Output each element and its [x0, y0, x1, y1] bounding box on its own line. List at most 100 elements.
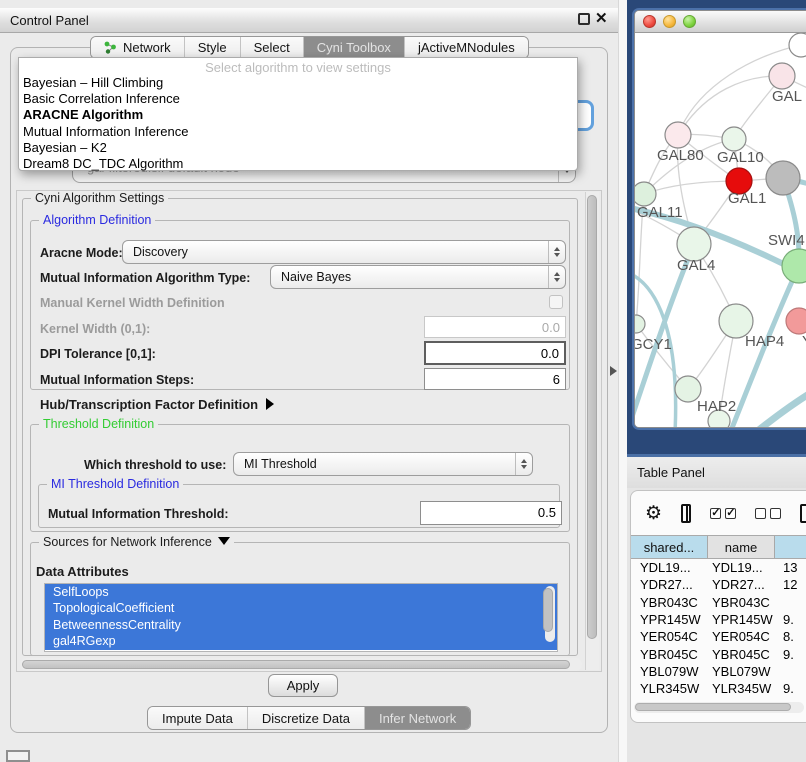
node-label: Y: [802, 333, 806, 350]
threshold-definition-title: Threshold Definition: [39, 417, 158, 431]
table-header-row: shared... name: [631, 535, 806, 559]
table-row[interactable]: YPR145WYPR145W9.: [631, 611, 806, 628]
tab-discretize-data[interactable]: Discretize Data: [248, 707, 365, 729]
select-all-checkboxes-icon[interactable]: [710, 508, 736, 519]
zoom-traffic-icon[interactable]: [683, 15, 696, 28]
node-gal11[interactable]: [635, 182, 656, 206]
settings-vertical-scrollbar-thumb[interactable]: [587, 195, 597, 639]
close-traffic-icon[interactable]: [643, 15, 656, 28]
node-gal-top[interactable]: [769, 63, 795, 89]
mi-threshold-field[interactable]: 0.5: [420, 501, 562, 525]
float-window-icon[interactable]: [578, 13, 590, 25]
algo-item-bayesian-hill[interactable]: Bayesian – Hill Climbing: [19, 75, 577, 91]
column-header-partial[interactable]: [775, 536, 806, 558]
tab-style[interactable]: Style: [185, 37, 241, 58]
gear-icon[interactable]: ⚙: [645, 504, 662, 523]
close-icon[interactable]: ✕: [595, 9, 608, 27]
mi-threshold-definition-title: MI Threshold Definition: [47, 477, 183, 491]
column-header-name[interactable]: name: [708, 536, 775, 558]
node-gal10[interactable]: [722, 127, 746, 151]
algorithm-definition-title: Algorithm Definition: [39, 213, 155, 227]
table-row[interactable]: YDL19...YDL19...13: [631, 559, 806, 576]
sources-title[interactable]: Sources for Network Inference: [39, 535, 234, 549]
collapse-down-icon: [218, 537, 230, 545]
algo-item-dream8[interactable]: Dream8 DC_TDC Algorithm: [19, 156, 577, 172]
new-table-icon[interactable]: [800, 504, 806, 523]
tab-impute-data[interactable]: Impute Data: [148, 707, 248, 729]
apply-button[interactable]: Apply: [268, 674, 338, 697]
manual-kernel-label: Manual Kernel Width Definition: [40, 296, 225, 310]
clear-all-checkboxes-icon[interactable]: [755, 508, 781, 519]
node-y-partial[interactable]: [786, 308, 806, 334]
aracne-mode-label: Aracne Mode:: [40, 246, 123, 260]
node-unlabeled[interactable]: [789, 33, 806, 57]
table-row[interactable]: YBR045CYBR045C9.: [631, 645, 806, 662]
minimize-traffic-icon[interactable]: [663, 15, 676, 28]
mi-type-combo[interactable]: Naive Bayes: [270, 265, 566, 289]
column-header-shared[interactable]: shared...: [631, 536, 708, 558]
list-item-topologicalcoefficient[interactable]: TopologicalCoefficient: [45, 600, 557, 616]
table-row[interactable]: YBL079WYBL079W: [631, 663, 806, 680]
table-panel-card: ⚙ shared... name YDL19...YDL19...13 YDR2…: [630, 490, 806, 723]
attributes-list-scrollbar-thumb[interactable]: [543, 588, 553, 632]
control-panel-tabs: Network Style Select Cyni Toolbox jActiv…: [90, 36, 529, 59]
dpi-tolerance-field[interactable]: 0.0: [424, 341, 566, 365]
kernel-width-label: Kernel Width (0,1):: [40, 322, 150, 336]
network-graph[interactable]: GAL GAL80 GAL10 GAL1 GAL11 SWI4 GAL4 GCY…: [635, 33, 806, 428]
table-horizontal-scrollbar[interactable]: [634, 702, 804, 713]
table-panel-title: Table Panel: [627, 465, 705, 480]
kernel-width-field[interactable]: 0.0: [424, 316, 566, 338]
tab-select[interactable]: Select: [241, 37, 304, 58]
panel-divider[interactable]: [618, 0, 627, 762]
node-label: GAL80: [657, 147, 704, 164]
dropdown-placeholder: Select algorithm to view settings: [19, 60, 577, 75]
cyni-bottom-tabs: Impute Data Discretize Data Infer Networ…: [147, 706, 471, 730]
control-panel-title: Control Panel: [0, 13, 89, 28]
node-label: HAP4: [745, 333, 784, 350]
node-label: GAL4: [677, 257, 715, 274]
tab-infer-network[interactable]: Infer Network: [365, 707, 470, 729]
list-item-betweennesscentrality[interactable]: BetweennessCentrality: [45, 617, 557, 633]
minimized-panel-icon[interactable]: [6, 750, 30, 762]
table-toolbar: ⚙: [631, 491, 806, 535]
which-threshold-combo[interactable]: MI Threshold: [233, 452, 533, 476]
splitpane-expand-icon[interactable]: [610, 366, 617, 376]
tab-network[interactable]: Network: [91, 37, 185, 58]
table-panel-titlebar: Table Panel: [627, 457, 806, 488]
aracne-mode-combo[interactable]: Discovery: [122, 240, 566, 264]
node-gcy1[interactable]: [635, 315, 645, 333]
control-panel: Control Panel ✕ Network Style Select Cyn…: [0, 0, 618, 762]
settings-horizontal-scrollbar-thumb[interactable]: [22, 660, 570, 669]
node-label: GCY1: [635, 336, 672, 353]
mi-steps-field[interactable]: 6: [424, 368, 566, 390]
attributes-list-scrollbar[interactable]: [545, 586, 555, 642]
control-panel-titlebar: Control Panel: [0, 8, 618, 33]
list-item-selfloops[interactable]: SelfLoops: [45, 584, 557, 600]
algo-item-mutual-information[interactable]: Mutual Information Inference: [19, 124, 577, 140]
hub-definition-expander[interactable]: Hub/Transcription Factor Definition: [40, 397, 274, 412]
network-icon: [104, 41, 117, 54]
network-window-titlebar[interactable]: [635, 11, 806, 33]
tab-jactivemnodules[interactable]: jActiveMNodules: [405, 37, 528, 58]
manual-kernel-checkbox[interactable]: [549, 295, 563, 309]
split-columns-icon[interactable]: [681, 504, 691, 523]
table-row[interactable]: YDR27...YDR27...12: [631, 576, 806, 593]
node-table: shared... name YDL19...YDL19...13 YDR27.…: [631, 535, 806, 715]
algo-item-aracne[interactable]: ARACNE Algorithm: [19, 107, 577, 123]
node-gray[interactable]: [766, 161, 800, 195]
algo-item-bayesian-k2[interactable]: Bayesian – K2: [19, 140, 577, 156]
algo-item-basic-correlation[interactable]: Basic Correlation Inference: [19, 91, 577, 107]
table-row[interactable]: YER054CYER054C8.: [631, 628, 806, 645]
node-gal80[interactable]: [665, 122, 691, 148]
mi-type-label: Mutual Information Algorithm Type:: [40, 271, 250, 285]
tab-cyni-toolbox[interactable]: Cyni Toolbox: [304, 37, 405, 58]
node-gal4[interactable]: [677, 227, 711, 261]
expand-right-icon: [266, 398, 274, 410]
table-horizontal-scrollbar-thumb[interactable]: [635, 703, 791, 711]
network-view-window[interactable]: GAL GAL80 GAL10 GAL1 GAL11 SWI4 GAL4 GCY…: [634, 10, 806, 428]
list-item-gal4rgexp[interactable]: gal4RGexp: [45, 633, 557, 649]
table-row[interactable]: YBR043CYBR043C: [631, 594, 806, 611]
node-swi4[interactable]: [782, 249, 806, 283]
combo-stepper-icon: [548, 241, 565, 263]
table-row[interactable]: YLR345WYLR345W9.: [631, 680, 806, 697]
